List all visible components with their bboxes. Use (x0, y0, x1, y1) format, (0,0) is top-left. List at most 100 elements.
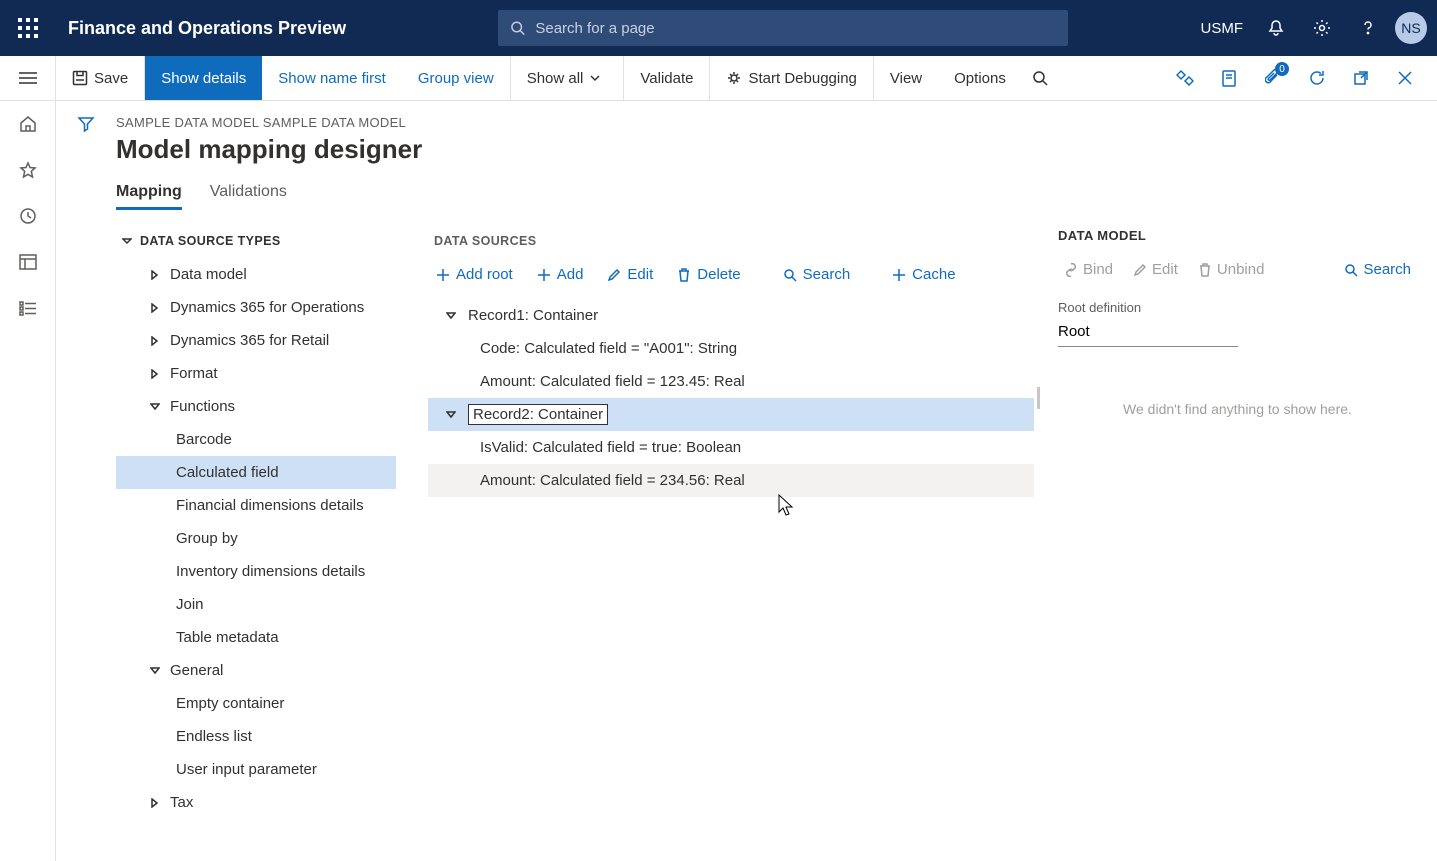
validate-button[interactable]: Validate (624, 56, 710, 100)
caret-right-icon (151, 336, 159, 346)
tree-item-fin-dim[interactable]: Financial dimensions details (116, 489, 396, 522)
action-bar-right: 0 (1165, 56, 1437, 100)
hamburger-icon (19, 71, 37, 85)
show-details-button[interactable]: Show details (145, 56, 262, 100)
page-icon (1221, 69, 1237, 87)
add-root-button[interactable]: Add root (428, 260, 521, 289)
global-search-input[interactable] (535, 20, 1056, 37)
data-source-types-tree: Data model Dynamics 365 for Operations D… (116, 258, 396, 819)
attachments-button[interactable]: 0 (1253, 56, 1293, 100)
data-model-header: DATA MODEL (1058, 228, 1417, 243)
edit-button[interactable]: Edit (599, 260, 661, 289)
tree-item-general[interactable]: General (116, 654, 396, 687)
panels: DATA SOURCE TYPES Data model Dynamics 36… (116, 228, 1437, 861)
delete-button[interactable]: Delete (669, 260, 748, 289)
cache-button[interactable]: Cache (884, 260, 963, 289)
nav-menu-button[interactable] (0, 56, 55, 100)
data-source-types-header[interactable]: DATA SOURCE TYPES (116, 228, 396, 258)
show-all-dropdown[interactable]: Show all (511, 56, 625, 100)
star-icon (19, 161, 37, 179)
related-info-button[interactable] (1165, 56, 1205, 100)
ds-record1-code[interactable]: Code: Calculated field = "A001": String (428, 332, 1034, 365)
help-icon (1359, 19, 1377, 37)
options-menu[interactable]: Options (938, 56, 1022, 100)
nav-modules[interactable] (0, 285, 56, 331)
notifications-button[interactable] (1253, 0, 1299, 56)
plus-icon (436, 268, 450, 282)
tree-item-format[interactable]: Format (116, 357, 396, 390)
page-body: SAMPLE DATA MODEL SAMPLE DATA MODEL Mode… (0, 101, 1437, 861)
show-name-first-button[interactable]: Show name first (262, 56, 402, 100)
tree-item-empty-container[interactable]: Empty container (116, 687, 396, 720)
root-definition-input[interactable] (1058, 317, 1238, 347)
breadcrumb: SAMPLE DATA MODEL SAMPLE DATA MODEL (116, 115, 1437, 130)
ds-record1-amount[interactable]: Amount: Calculated field = 123.45: Real (428, 365, 1034, 398)
pencil-icon (1133, 263, 1147, 277)
data-sources-tree: Record1: Container Code: Calculated fiel… (428, 299, 1034, 497)
tree-item-barcode[interactable]: Barcode (116, 423, 396, 456)
tree-item-join[interactable]: Join (116, 588, 396, 621)
ds-record2[interactable]: Record2: Container (428, 398, 1034, 431)
find-button[interactable] (1022, 56, 1064, 100)
popout-icon (1353, 70, 1369, 86)
caret-down-icon (150, 403, 160, 411)
trash-icon (677, 268, 691, 282)
dm-search-button[interactable]: Search (1338, 257, 1417, 282)
close-button[interactable] (1385, 56, 1425, 100)
caret-right-icon (151, 303, 159, 313)
refresh-button[interactable] (1297, 56, 1337, 100)
data-sources-header: DATA SOURCES (428, 228, 1042, 258)
app-launcher-button[interactable] (0, 18, 56, 38)
app-title: Finance and Operations Preview (56, 18, 358, 39)
tree-item-inv-dim[interactable]: Inventory dimensions details (116, 555, 396, 588)
add-button[interactable]: Add (529, 260, 592, 289)
search-icon (1032, 70, 1048, 86)
search-ds-button[interactable]: Search (775, 260, 859, 289)
tree-item-user-input[interactable]: User input parameter (116, 753, 396, 786)
tree-item-data-model[interactable]: Data model (116, 258, 396, 291)
nav-workspaces[interactable] (0, 239, 56, 285)
view-menu[interactable]: View (874, 56, 938, 100)
ds-record2-isvalid[interactable]: IsValid: Calculated field = true: Boolea… (428, 431, 1034, 464)
tab-validations[interactable]: Validations (210, 183, 287, 210)
diamond-icon (1176, 69, 1194, 87)
bell-icon (1267, 19, 1285, 37)
ds-record1[interactable]: Record1: Container (428, 299, 1034, 332)
pencil-icon (607, 268, 621, 282)
user-avatar[interactable]: NS (1395, 12, 1427, 44)
gear-icon (1313, 19, 1331, 37)
open-in-new-button[interactable] (1209, 56, 1249, 100)
dm-edit-button: Edit (1127, 257, 1184, 282)
ds-record2-amount[interactable]: Amount: Calculated field = 234.56: Real (428, 464, 1034, 497)
start-debugging-button[interactable]: Start Debugging (710, 56, 873, 100)
tree-item-group-by[interactable]: Group by (116, 522, 396, 555)
tree-item-tax[interactable]: Tax (116, 786, 396, 819)
tree-item-calculated-field[interactable]: Calculated field (116, 456, 396, 489)
company-selector[interactable]: USMF (1191, 0, 1254, 56)
waffle-icon (18, 18, 38, 38)
action-bar-wrap: Save Show details Show name first Group … (0, 56, 1437, 101)
global-search[interactable] (498, 10, 1068, 46)
left-rail-top (0, 56, 56, 100)
nav-recent[interactable] (0, 193, 56, 239)
group-view-button[interactable]: Group view (402, 56, 511, 100)
tree-item-d365-ops[interactable]: Dynamics 365 for Operations (116, 291, 396, 324)
panel-data-source-types: DATA SOURCE TYPES Data model Dynamics 36… (116, 228, 396, 861)
settings-button[interactable] (1299, 0, 1345, 56)
workspace-icon (19, 254, 37, 270)
save-button[interactable]: Save (56, 56, 145, 100)
splitter-handle[interactable] (1034, 299, 1042, 497)
tree-item-endless-list[interactable]: Endless list (116, 720, 396, 753)
popout-button[interactable] (1341, 56, 1381, 100)
nav-home[interactable] (0, 101, 56, 147)
help-button[interactable] (1345, 0, 1391, 56)
nav-favorites[interactable] (0, 147, 56, 193)
tree-item-d365-retail[interactable]: Dynamics 365 for Retail (116, 324, 396, 357)
tree-item-functions[interactable]: Functions (116, 390, 396, 423)
filter-button[interactable] (77, 115, 95, 861)
caret-down-icon (150, 667, 160, 675)
home-icon (19, 115, 37, 133)
unbind-button: Unbind (1192, 257, 1271, 282)
tab-mapping[interactable]: Mapping (116, 183, 182, 210)
tree-item-table-meta[interactable]: Table metadata (116, 621, 396, 654)
